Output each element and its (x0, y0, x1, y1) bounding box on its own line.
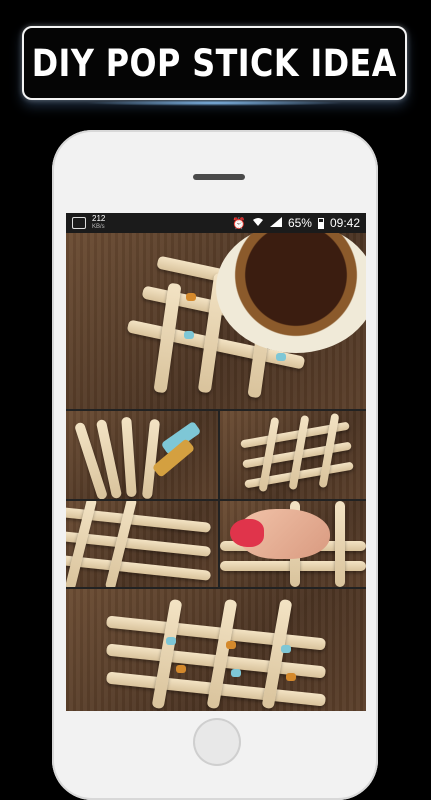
title-banner: DIY POP STICK IDEA (22, 26, 407, 106)
photo-grid-closeup[interactable] (66, 501, 218, 587)
app-notification-icon (72, 217, 86, 229)
stick (121, 416, 137, 498)
thread-knot (184, 331, 194, 339)
battery-icon (317, 217, 324, 229)
thread-knot (286, 673, 296, 681)
status-bar: 212 KB/s ⏰ 65% 09:42 (66, 213, 366, 233)
battery-level: 65% (287, 216, 312, 230)
photo-tied-grid[interactable] (66, 589, 366, 711)
thread-knot (226, 641, 236, 649)
thread-knot (166, 637, 176, 645)
photo-finished-grid[interactable] (220, 411, 366, 499)
phone-screen: 212 KB/s ⏰ 65% 09:42 (66, 213, 366, 711)
stick (66, 555, 212, 581)
signal-icon (269, 216, 282, 230)
thread-knot (186, 293, 196, 301)
clock: 09:42 (329, 216, 360, 230)
thread-knot (281, 645, 291, 653)
banner-glow (84, 100, 345, 106)
photo-sticks-and-thread[interactable] (66, 411, 218, 499)
thread-knot (276, 353, 286, 361)
stick (105, 615, 327, 651)
thread-knot (176, 665, 186, 673)
alarm-icon: ⏰ (232, 217, 246, 230)
stick (141, 418, 161, 499)
photo-gluing-grid[interactable] (220, 501, 366, 587)
banner-title: DIY POP STICK IDEA (31, 41, 398, 85)
glue-gun (230, 519, 264, 547)
speaker-grille (193, 174, 245, 180)
photo-coaster-with-mug[interactable] (66, 233, 366, 409)
stick (335, 501, 345, 587)
network-speed-value: 212 (92, 214, 106, 223)
home-button[interactable] (193, 718, 241, 766)
coffee-mug (216, 233, 366, 353)
wifi-icon (252, 217, 264, 230)
thread-knot (231, 669, 241, 677)
network-speed: 212 KB/s (92, 215, 105, 231)
network-speed-unit: KB/s (92, 224, 105, 230)
